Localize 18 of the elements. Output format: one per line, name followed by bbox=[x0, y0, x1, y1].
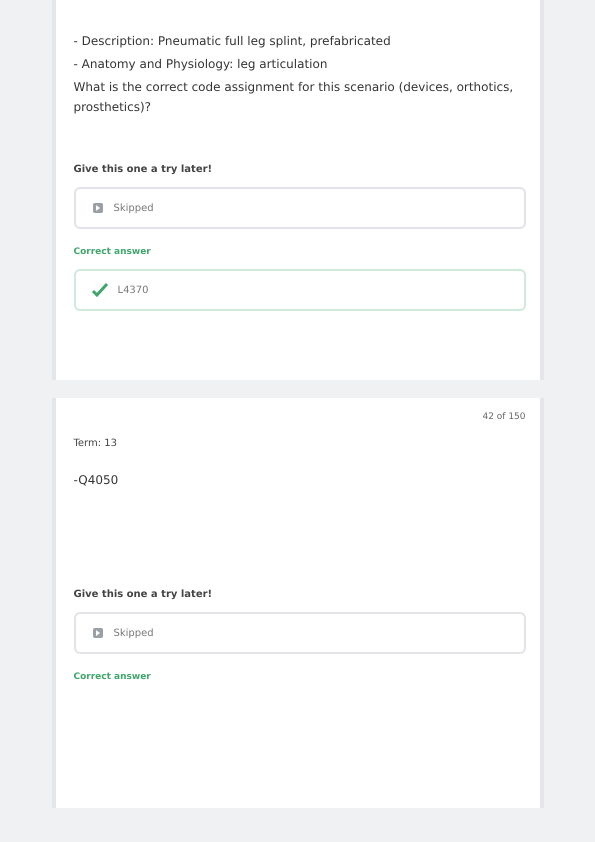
question-text: - Description: Pneumatic full leg splint, prefabricated bbox=[74, 33, 392, 50]
prompt-label: Give this one a try later! bbox=[74, 589, 214, 600]
checkmark-icon bbox=[92, 283, 108, 297]
correct-answer-label: Correct answer bbox=[74, 247, 152, 257]
answer-box[interactable]: Skipped bbox=[74, 612, 526, 654]
correct-answer-label: Correct answer bbox=[74, 672, 152, 682]
prompt-label: Give this one a try later! bbox=[74, 164, 214, 175]
question-text: -Q4050 bbox=[74, 472, 120, 489]
skip-icon bbox=[92, 202, 104, 214]
answer-text: Skipped bbox=[114, 202, 154, 214]
question-text: - Anatomy and Physiology: leg articulation bbox=[74, 56, 328, 74]
answer-box[interactable]: Skipped bbox=[74, 187, 526, 229]
term-heading: Term: 13 bbox=[74, 438, 118, 449]
answer-text: Skipped bbox=[114, 628, 154, 638]
correct-answer-text: L4370 bbox=[118, 284, 149, 296]
skip-icon bbox=[92, 627, 104, 639]
question-counter: 42 of 150 bbox=[481, 412, 526, 422]
question-text: What is the correct code assignment for this scenario (devices, orthotics, prosthetics)? bbox=[74, 79, 514, 116]
